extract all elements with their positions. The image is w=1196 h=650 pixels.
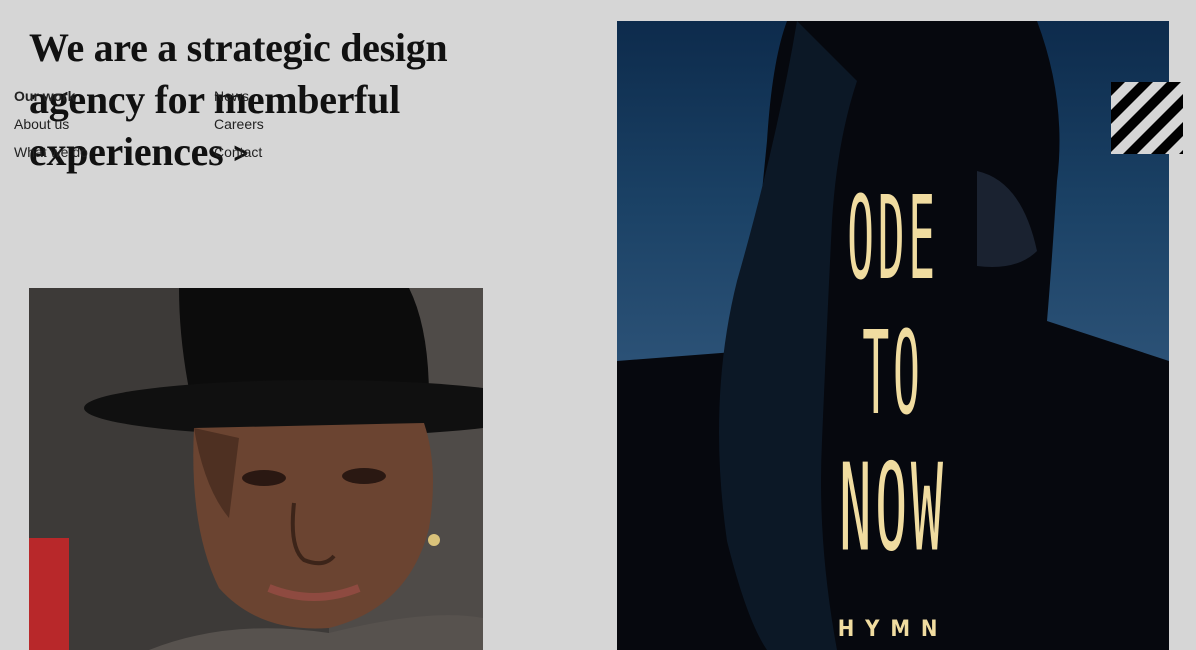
nav-column-2: News Careers Contact (214, 82, 264, 166)
nav-column-1: Our work About us What we do (14, 82, 88, 166)
poster-title-line-2: TO (862, 306, 924, 441)
portrait-illustration (29, 288, 483, 650)
menu-toggle-button[interactable] (1111, 82, 1183, 154)
hymn-poster-image[interactable]: ODE TO NOW HYMN (617, 21, 1169, 650)
nav-item-news[interactable]: News (214, 82, 264, 110)
poster-title-line-3: NOW (839, 439, 947, 579)
nav-item-about-us[interactable]: About us (14, 110, 88, 138)
poster-title-line-1: ODE (847, 171, 939, 306)
portrait-man-in-hat-image[interactable] (29, 288, 483, 650)
nav-item-contact[interactable]: Contact (214, 138, 264, 166)
nav-item-careers[interactable]: Careers (214, 110, 264, 138)
diagonal-stripes-menu-icon (1111, 82, 1183, 154)
nav-item-our-work[interactable]: Our work (14, 82, 88, 110)
poster-brand-logo: HYMN (837, 617, 949, 642)
nav-item-what-we-do[interactable]: What we do (14, 138, 88, 166)
hero-heading[interactable]: We are a strategic design agency for mem… (29, 22, 529, 182)
